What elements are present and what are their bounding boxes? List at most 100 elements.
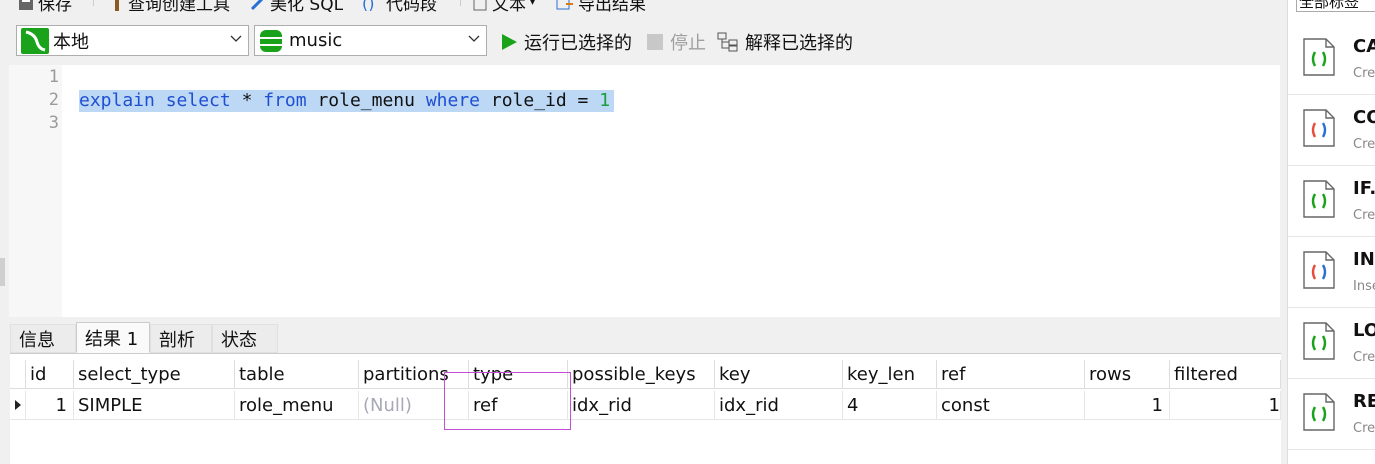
- run-selected-button[interactable]: 运行已选择的: [500, 29, 632, 55]
- column-header[interactable]: id: [26, 360, 74, 389]
- stop-button[interactable]: 停止: [646, 29, 706, 55]
- database-select[interactable]: music: [254, 25, 487, 56]
- snippet-panel: 全部标签 CA Cre CO Cre IF. Cre IN Inse LO Cre RE Cre: [1287, 0, 1375, 464]
- sql-keyword: explain: [79, 90, 155, 111]
- column-header[interactable]: table: [235, 360, 359, 389]
- connection-toolbar: 本地 music 运行已选择的 停止 解释已选择的: [0, 23, 1285, 57]
- sql-text: *: [230, 90, 264, 111]
- snippet-doc-icon: [1303, 251, 1335, 289]
- column-header[interactable]: select_type: [74, 360, 235, 389]
- snippet-subtitle: Cre: [1353, 137, 1375, 152]
- dropdown-caret-icon: ▾: [530, 0, 536, 8]
- cell-filtered[interactable]: 1: [1170, 391, 1281, 420]
- snippet-subtitle: Cre: [1353, 350, 1375, 365]
- sql-text: role_menu: [306, 90, 426, 111]
- table-row[interactable]: 1 SIMPLE role_menu (Null) ref idx_rid id…: [10, 391, 1281, 420]
- snippet-subtitle: Cre: [1353, 421, 1375, 436]
- row-pointer-icon: [10, 391, 26, 420]
- code-snippet-button[interactable]: () 代码段: [362, 0, 437, 15]
- tab-info[interactable]: 信息: [10, 324, 76, 353]
- snippet-title: IF.: [1353, 178, 1375, 199]
- snippet-item[interactable]: LO Cre: [1288, 308, 1375, 379]
- tab-result-1[interactable]: 结果 1: [76, 322, 150, 353]
- query-builder-button[interactable]: 查询创建工具: [110, 0, 230, 15]
- snippet-subtitle: Inse: [1353, 279, 1375, 294]
- resize-handle[interactable]: [0, 258, 5, 286]
- snippet-title: LO: [1353, 320, 1375, 341]
- cell-id[interactable]: 1: [26, 391, 74, 420]
- cell-possible-keys[interactable]: idx_rid: [568, 391, 715, 420]
- column-header[interactable]: possible_keys: [568, 360, 715, 389]
- snippet-title: CA: [1353, 36, 1375, 57]
- snippet-doc-icon: [1303, 180, 1335, 218]
- svg-text:(): (): [362, 0, 374, 11]
- line-number: 2: [48, 90, 59, 110]
- column-header[interactable]: key_len: [843, 360, 937, 389]
- cell-key-len[interactable]: 4: [843, 391, 937, 420]
- save-button[interactable]: 保存: [18, 0, 72, 15]
- snippet-item[interactable]: CA Cre: [1288, 24, 1375, 95]
- line-number-gutter: 1 2 3: [9, 65, 62, 317]
- line-number: 3: [48, 113, 59, 133]
- grid-header-row: id select_type table partitions type pos…: [10, 360, 1281, 391]
- document-icon: [473, 0, 487, 10]
- divider: [93, 0, 94, 6]
- beautify-sql-button[interactable]: 美化 SQL: [250, 0, 343, 15]
- tab-profile[interactable]: 剖析: [150, 324, 212, 353]
- snippet-item[interactable]: IN Inse: [1288, 237, 1375, 308]
- sql-keyword: where: [425, 90, 481, 111]
- column-header[interactable]: filtered: [1170, 360, 1281, 389]
- stop-icon: [647, 34, 663, 50]
- result-tabs: 信息 结果 1 剖析 状态: [10, 322, 1281, 353]
- sql-keyword: select: [165, 90, 231, 111]
- snippet-item[interactable]: RE Cre: [1288, 379, 1375, 450]
- sql-editor[interactable]: 1 2 3 explain select * from role_menu wh…: [9, 65, 1280, 317]
- row-header-corner: [10, 360, 26, 389]
- cell-ref[interactable]: const: [937, 391, 1085, 420]
- connection-icon: [21, 27, 49, 54]
- line-number: 1: [48, 67, 59, 87]
- export-icon: [556, 0, 573, 9]
- chevron-down-icon: [230, 35, 242, 42]
- column-header[interactable]: rows: [1085, 360, 1170, 389]
- sql-keyword: from: [263, 90, 307, 111]
- snippet-doc-icon: [1303, 393, 1335, 431]
- text-menu-button[interactable]: 文本 ▾: [472, 0, 535, 15]
- column-header[interactable]: ref: [937, 360, 1085, 389]
- cell-select-type[interactable]: SIMPLE: [74, 391, 235, 420]
- divider: [460, 0, 461, 6]
- main-pane: 保存 查询创建工具 美化 SQL () 代码段 文本 ▾ 导出结果 本地 mus…: [0, 0, 1285, 464]
- chevron-down-icon: [468, 35, 480, 42]
- result-grid: id select_type table partitions type pos…: [10, 353, 1281, 464]
- tag-filter-select[interactable]: 全部标签: [1296, 0, 1375, 12]
- cell-rows[interactable]: 1: [1085, 391, 1170, 420]
- cell-table[interactable]: role_menu: [235, 391, 359, 420]
- snippet-subtitle: Cre: [1353, 208, 1375, 223]
- sql-number: 1: [599, 90, 611, 111]
- top-toolbar: 保存 查询创建工具 美化 SQL () 代码段 文本 ▾ 导出结果: [0, 0, 1285, 15]
- wand-icon: [250, 0, 263, 10]
- connection-select[interactable]: 本地: [16, 25, 249, 56]
- snippet-subtitle: Cre: [1353, 66, 1375, 81]
- export-results-button[interactable]: 导出结果: [556, 0, 646, 15]
- snippet-item[interactable]: CO Cre: [1288, 95, 1375, 166]
- cell-key[interactable]: idx_rid: [715, 391, 843, 420]
- tab-status[interactable]: 状态: [212, 324, 278, 353]
- play-icon: [502, 34, 517, 50]
- sql-text: role_id =: [480, 90, 600, 111]
- column-header[interactable]: key: [715, 360, 843, 389]
- save-icon: [19, 0, 33, 10]
- snippet-doc-icon: [1303, 322, 1335, 360]
- explain-tree-icon: [717, 32, 738, 52]
- annotation-highlight-box: [444, 372, 571, 430]
- snippet-title: RE: [1353, 391, 1375, 412]
- snippet-title: IN: [1353, 249, 1375, 270]
- query-builder-icon: [115, 0, 119, 11]
- braces-icon: (): [362, 0, 374, 11]
- sql-query-line[interactable]: explain select * from role_menu where ro…: [79, 90, 615, 112]
- snippet-item[interactable]: IF. Cre: [1288, 166, 1375, 237]
- snippet-doc-icon: [1303, 109, 1335, 147]
- snippet-doc-icon: [1303, 38, 1335, 76]
- explain-selected-button[interactable]: 解释已选择的: [717, 29, 853, 55]
